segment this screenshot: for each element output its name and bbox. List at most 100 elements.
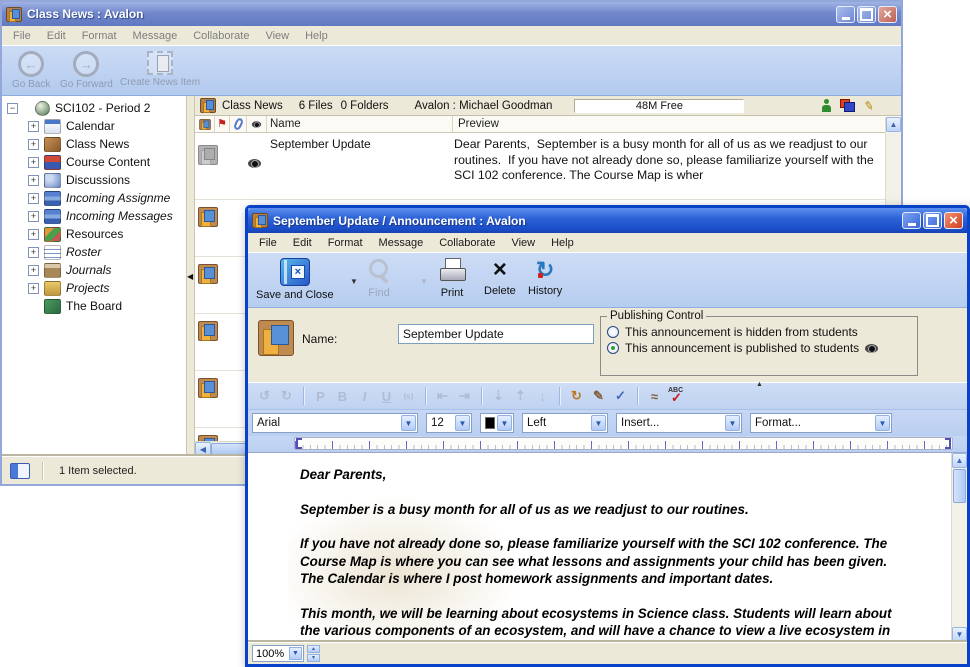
announcement-body-editor[interactable]: Dear Parents, September is a busy month …	[248, 452, 967, 642]
insert-select[interactable]: Insert...	[616, 413, 742, 433]
indent-icon[interactable]: ⇥	[454, 386, 475, 406]
tree-item-class-news[interactable]: Class News	[2, 135, 186, 153]
delete-button[interactable]: Delete	[484, 258, 516, 297]
zoom-select[interactable]: 100%	[252, 645, 304, 662]
expand-icon[interactable]	[28, 229, 39, 240]
name-input[interactable]	[398, 324, 594, 344]
expand-icon[interactable]	[28, 265, 39, 276]
menu-item-format[interactable]: Format	[320, 235, 371, 251]
move-down-icon[interactable]: ↓	[532, 386, 553, 406]
collapse-expander[interactable]	[7, 103, 18, 114]
chevron-down-icon[interactable]	[497, 415, 512, 431]
menu-item-view[interactable]: View	[257, 28, 297, 44]
minimize-button[interactable]	[902, 212, 921, 229]
who-is-online-icon[interactable]	[822, 99, 831, 112]
underline-icon[interactable]: U	[376, 386, 397, 406]
strikethrough-icon[interactable]: (s)	[398, 386, 419, 406]
scroll-left-button[interactable]	[195, 442, 211, 456]
history-button[interactable]: History	[528, 258, 562, 297]
edit-pencil-icon[interactable]	[863, 99, 875, 113]
tree-item-calendar[interactable]: Calendar	[2, 117, 186, 135]
zoom-spinner[interactable]	[307, 645, 320, 662]
menu-item-help[interactable]: Help	[297, 28, 336, 44]
tree-item-the-board[interactable]: The Board	[2, 297, 186, 315]
spin-down-icon[interactable]	[307, 654, 320, 662]
create-news-item-button[interactable]: Create News Item	[120, 51, 200, 88]
chevron-down-icon[interactable]	[289, 647, 302, 660]
published-option-row[interactable]: This announcement is published to studen…	[607, 341, 911, 355]
column-name[interactable]: Name	[267, 116, 453, 132]
menu-item-format[interactable]: Format	[74, 28, 125, 44]
menu-item-file[interactable]: File	[251, 235, 285, 251]
format-select[interactable]: Format...	[750, 413, 892, 433]
list-item-preview[interactable]: Dear Parents, September is a busy month …	[454, 137, 883, 184]
tree-item-roster[interactable]: Roster	[2, 243, 186, 261]
accept-icon[interactable]: ✓	[610, 386, 631, 406]
expand-icon[interactable]	[28, 283, 39, 294]
announcement-item-icon[interactable]	[198, 145, 218, 165]
print-button[interactable]: Print	[438, 258, 466, 299]
list-item-name[interactable]: September Update	[270, 137, 450, 151]
chevron-down-icon[interactable]	[875, 415, 890, 431]
splitter-collapse-icon[interactable]: ◀	[187, 272, 193, 281]
announcement-item-icon[interactable]	[198, 378, 218, 398]
expand-icon[interactable]	[28, 121, 39, 132]
scroll-up-button[interactable]	[952, 453, 967, 468]
published-radio[interactable]	[607, 342, 619, 354]
expand-icon[interactable]	[28, 175, 39, 186]
tree-item-incoming-assignments[interactable]: Incoming Assignme	[2, 189, 186, 207]
menu-item-message[interactable]: Message	[125, 28, 186, 44]
hidden-option-row[interactable]: This announcement is hidden from student…	[607, 325, 911, 339]
menu-item-collaborate[interactable]: Collaborate	[431, 235, 503, 251]
editor-vertical-scrollbar[interactable]	[951, 453, 967, 642]
column-item-type[interactable]	[195, 116, 215, 132]
column-visibility[interactable]	[247, 116, 267, 132]
panel-toggle-icon[interactable]	[10, 463, 30, 479]
font-color-select[interactable]	[480, 413, 514, 433]
pen-icon[interactable]: ✎	[588, 386, 609, 406]
scroll-down-button[interactable]	[952, 627, 967, 642]
menu-item-view[interactable]: View	[503, 235, 543, 251]
revert-icon[interactable]: ↻	[566, 386, 587, 406]
view-properties-icon[interactable]	[840, 99, 855, 112]
menu-item-collaborate[interactable]: Collaborate	[185, 28, 257, 44]
announcement-body-text[interactable]: Dear Parents, September is a busy month …	[300, 466, 905, 642]
tree-item-incoming-messages[interactable]: Incoming Messages	[2, 207, 186, 225]
menu-item-file[interactable]: File	[5, 28, 39, 44]
highlight-icon[interactable]: ≈	[644, 386, 665, 406]
expand-icon[interactable]	[28, 157, 39, 168]
expand-icon[interactable]	[28, 247, 39, 258]
alignment-select[interactable]: Left	[522, 413, 608, 433]
menu-item-edit[interactable]: Edit	[39, 28, 74, 44]
chevron-down-icon[interactable]	[725, 415, 740, 431]
save-and-close-button[interactable]: Save and Close	[256, 258, 334, 301]
ruler[interactable]	[294, 437, 953, 450]
column-attachment[interactable]	[230, 116, 247, 132]
save-dropdown-icon[interactable]	[350, 277, 358, 286]
redo-icon[interactable]: ↻	[276, 386, 297, 406]
plain-style-icon[interactable]: P	[310, 386, 331, 406]
announcement-item-icon[interactable]	[198, 321, 218, 341]
menu-item-edit[interactable]: Edit	[285, 235, 320, 251]
pane-splitter[interactable]: ◀	[186, 96, 195, 456]
expand-icon[interactable]	[28, 193, 39, 204]
chevron-down-icon[interactable]	[455, 415, 470, 431]
tree-item-journals[interactable]: Journals	[2, 261, 186, 279]
sort-descending-icon[interactable]: ⇣	[488, 386, 509, 406]
font-family-select[interactable]: Arial	[252, 413, 418, 433]
menu-item-message[interactable]: Message	[371, 235, 432, 251]
scroll-up-button[interactable]	[886, 117, 901, 132]
announcement-item-icon[interactable]	[198, 207, 218, 227]
hidden-radio[interactable]	[607, 326, 619, 338]
go-back-button[interactable]: Go Back	[12, 51, 50, 90]
expand-icon[interactable]	[28, 139, 39, 150]
undo-icon[interactable]: ↺	[254, 386, 275, 406]
column-flag[interactable]	[215, 116, 230, 132]
menu-item-help[interactable]: Help	[543, 235, 582, 251]
find-button[interactable]: Find	[366, 258, 392, 299]
tree-item-course-content[interactable]: Course Content	[2, 153, 186, 171]
column-preview[interactable]: Preview	[453, 116, 901, 132]
maximize-button[interactable]	[923, 212, 942, 229]
sort-ascending-icon[interactable]: ⇡	[510, 386, 531, 406]
close-button[interactable]	[944, 212, 963, 229]
